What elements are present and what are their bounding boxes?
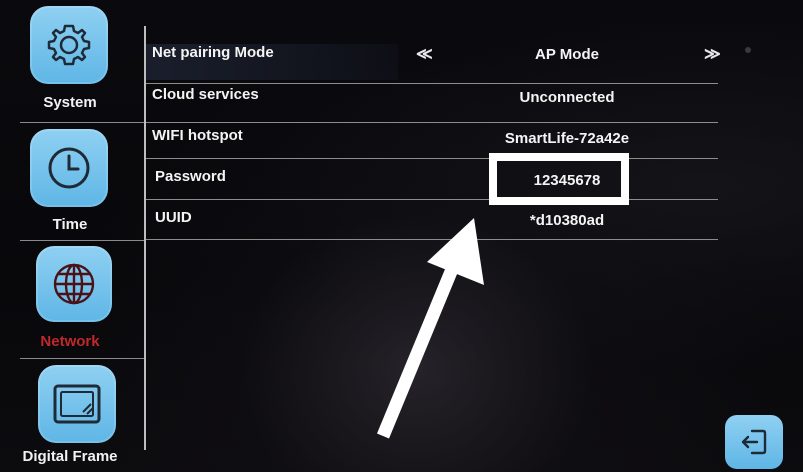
screen-background: System Time Network Digital Frame Net pa… [0, 0, 803, 472]
annotation-arrow-icon [376, 218, 484, 439]
exit-icon [741, 429, 767, 455]
exit-button[interactable] [725, 415, 783, 469]
